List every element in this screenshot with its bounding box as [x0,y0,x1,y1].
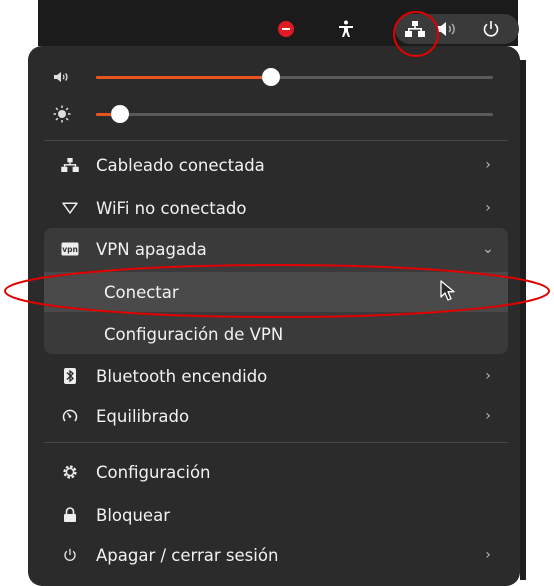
volume-icon[interactable] [434,14,460,44]
vpn-settings-label: Configuración de VPN [104,324,284,344]
lock-item[interactable]: Bloquear [44,493,508,537]
separator [44,442,508,443]
power-icon[interactable] [480,14,502,44]
wired-connection-item[interactable]: Cableado conectada › [44,143,508,187]
vpn-label: VPN apagada [96,239,207,259]
vpn-connect-item[interactable]: Conectar [44,272,508,312]
brightness-icon [52,104,72,124]
chevron-right-icon: › [485,157,491,173]
power-off-label: Apagar / cerrar sesión [96,545,279,565]
wifi-item[interactable]: WiFi no conectado › [44,186,508,230]
chevron-right-icon: › [485,368,491,384]
chevron-right-icon: › [485,547,491,563]
power-icon [44,548,96,562]
vpn-item[interactable]: vpn VPN apagada ⌄ [44,228,508,270]
menu-edge [520,60,526,580]
volume-slider-knob[interactable] [261,68,280,86]
vpn-connect-label: Conectar [104,282,179,302]
chevron-right-icon: › [485,200,491,216]
power-mode-icon [44,408,96,424]
volume-slider[interactable] [96,68,493,86]
lock-icon [44,507,96,523]
lock-label: Bloquear [96,505,170,525]
mouse-cursor-icon [440,280,456,306]
chevron-right-icon: › [485,408,491,424]
settings-label: Configuración [96,462,211,482]
power-mode-item[interactable]: Equilibrado › [44,394,508,438]
volume-icon [52,67,72,87]
power-off-item[interactable]: Apagar / cerrar sesión › [44,533,508,577]
vpn-icon: vpn [44,242,96,256]
vpn-settings-item[interactable]: Configuración de VPN [44,314,508,354]
gear-icon [44,464,96,480]
svg-text:vpn: vpn [62,245,78,254]
brightness-slider-knob[interactable] [110,105,129,123]
wifi-label: WiFi no conectado [96,198,247,218]
bluetooth-item[interactable]: Bluetooth encendido › [44,354,508,398]
network-wired-icon[interactable] [403,14,427,44]
do-not-disturb-icon[interactable] [277,14,295,44]
wifi-icon [44,202,96,214]
settings-item[interactable]: Configuración [44,450,508,494]
bluetooth-icon [44,368,96,384]
brightness-slider[interactable] [96,105,493,123]
network-wired-icon [44,158,96,172]
chevron-down-icon: ⌄ [482,241,494,257]
volume-slider-fill [96,76,271,79]
accessibility-icon[interactable] [335,14,357,44]
separator [44,140,508,141]
power-mode-label: Equilibrado [96,406,190,426]
wired-connection-label: Cableado conectada [96,155,265,175]
bluetooth-label: Bluetooth encendido [96,366,268,386]
